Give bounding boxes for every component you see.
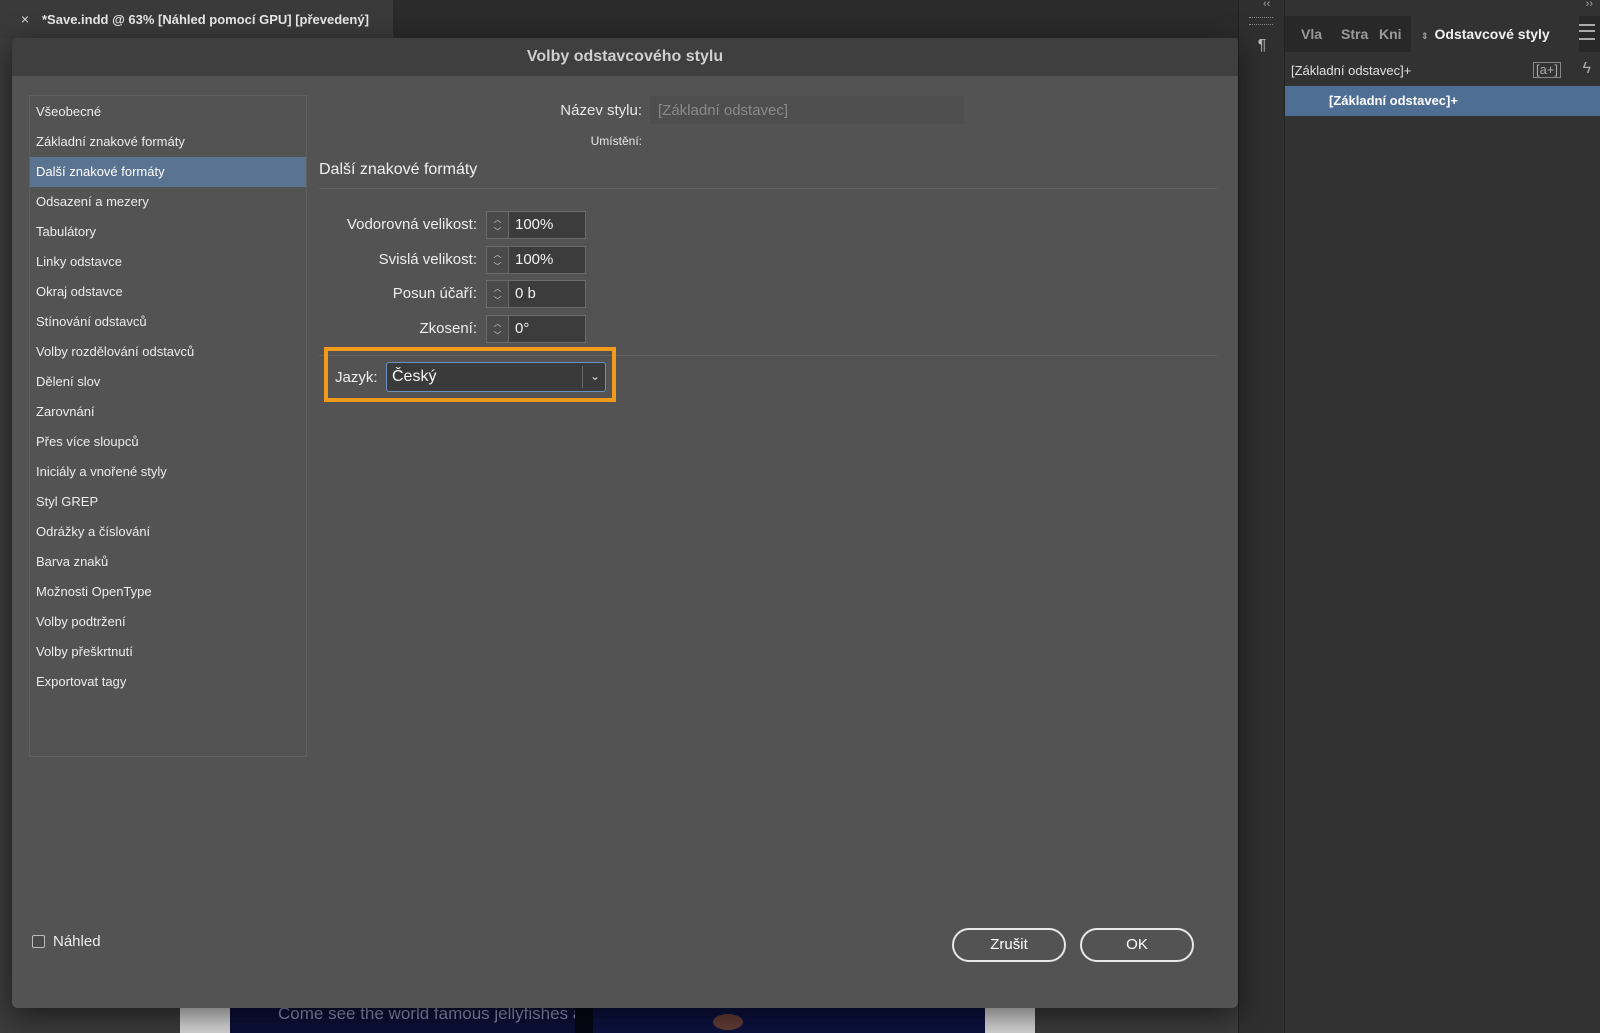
category-item[interactable]: Volby přeškrtnutí <box>30 637 306 667</box>
section-title: Další znakové formáty <box>319 161 478 178</box>
ok-button[interactable]: OK <box>1080 928 1194 962</box>
document-title: *Save.indd @ 63% [Náhled pomocí GPU] [př… <box>42 11 369 27</box>
category-item[interactable]: Možnosti OpenType <box>30 577 306 607</box>
category-item[interactable]: Linky odstavce <box>30 247 306 277</box>
baseline-shift-label: Posun účaří: <box>392 285 477 302</box>
skew-stepper[interactable]: ︿ ﹀ <box>486 315 508 343</box>
category-item-selected[interactable]: Další znakové formáty <box>30 157 306 187</box>
category-item[interactable]: Iniciály a vnořené styly <box>30 457 306 487</box>
category-item[interactable]: Volby rozdělování odstavců <box>30 337 306 367</box>
panel-current-style-row: [Základní odstavec]+ [a+] ϟ <box>1285 58 1600 84</box>
category-item[interactable]: Základní znakové formáty <box>30 127 306 157</box>
sort-arrows-icon: ⇕ <box>1421 31 1429 41</box>
style-name-input[interactable] <box>650 96 964 124</box>
location-label: Umístění: <box>590 134 642 148</box>
tab-kni[interactable]: Kni <box>1373 26 1411 42</box>
category-item[interactable]: Exportovat tagy <box>30 667 306 697</box>
paragraph-styles-panel: ›› Vla Stra Kni ⇕ Odstavcové styly [Zákla… <box>1284 0 1600 1033</box>
current-style-label: [Základní odstavec]+ <box>1291 63 1412 78</box>
horizontal-scale-stepper[interactable]: ︿ ﹀ <box>486 211 508 239</box>
panel-grip[interactable] <box>1249 17 1273 25</box>
chevron-down-icon: ⌄ <box>589 369 600 383</box>
tab-paragraph-styles[interactable]: ⇕ Odstavcové styly <box>1411 16 1579 52</box>
category-item[interactable]: Dělení slov <box>30 367 306 397</box>
baseline-shift-input[interactable]: 0 b <box>508 280 586 308</box>
document-tab-bar: × *Save.indd @ 63% [Náhled pomocí GPU] [… <box>0 0 1238 38</box>
cancel-button[interactable]: Zrušit <box>952 928 1066 962</box>
panel-icon-strip: ‹‹ ¶ <box>1238 0 1285 1033</box>
language-label: Jazyk: <box>335 369 378 386</box>
vertical-scale-input[interactable]: 100% <box>508 246 586 274</box>
document-tab[interactable]: × *Save.indd @ 63% [Náhled pomocí GPU] [… <box>0 0 393 38</box>
category-item[interactable]: Přes více sloupců <box>30 427 306 457</box>
category-item[interactable]: Stínování odstavců <box>30 307 306 337</box>
skew-label: Zkosení: <box>419 320 477 337</box>
section-divider <box>319 188 1217 189</box>
image-caption: Come see the world famous jellyfishes at… <box>278 1008 575 1023</box>
category-item[interactable]: Styl GREP <box>30 487 306 517</box>
jellyfish-glow <box>713 1014 743 1030</box>
language-value: Český <box>392 368 437 385</box>
style-name-label: Název stylu: <box>560 102 642 119</box>
horizontal-scale-label: Vodorovná velikost: <box>346 216 477 233</box>
quick-apply-icon[interactable]: ϟ <box>1583 60 1591 78</box>
collapse-right-icon[interactable]: ›› <box>1586 0 1593 10</box>
language-dropdown[interactable]: Český ⌄ <box>386 362 606 392</box>
baseline-shift-stepper[interactable]: ︿ ﹀ <box>486 280 508 308</box>
new-style-icon[interactable]: [a+] <box>1532 62 1561 78</box>
dialog-title: Volby odstavcového stylu <box>12 38 1238 76</box>
paragraph-style-options-dialog: Volby odstavcového stylu Všeobecné Zákla… <box>12 38 1238 1008</box>
category-item[interactable]: Odsazení a mezery <box>30 187 306 217</box>
document-image-jellyfish <box>593 1008 985 1033</box>
preview-label: Náhled <box>53 933 101 950</box>
collapse-left-icon[interactable]: ‹‹ <box>1263 0 1270 10</box>
category-list: Všeobecné Základní znakové formáty Další… <box>29 95 307 757</box>
horizontal-scale-input[interactable]: 100% <box>508 211 586 239</box>
preview-checkbox[interactable]: Náhled <box>32 933 101 950</box>
vertical-scale-stepper[interactable]: ︿ ﹀ <box>486 246 508 274</box>
style-list-item[interactable]: [Základní odstavec]+ <box>1285 86 1600 116</box>
tab-paragraph-styles-label: Odstavcové styly <box>1434 26 1550 42</box>
dropdown-separator <box>582 366 583 388</box>
close-icon[interactable]: × <box>12 11 38 27</box>
category-item[interactable]: Volby podtržení <box>30 607 306 637</box>
category-item[interactable]: Barva znaků <box>30 547 306 577</box>
category-item[interactable]: Zarovnání <box>30 397 306 427</box>
tab-stra[interactable]: Stra <box>1335 26 1373 42</box>
document-image-gap <box>575 1008 593 1033</box>
checkbox-icon[interactable] <box>32 935 45 948</box>
paragraph-styles-icon[interactable]: ¶ <box>1250 33 1274 59</box>
category-item[interactable]: Odrážky a číslování <box>30 517 306 547</box>
category-item[interactable]: Tabulátory <box>30 217 306 247</box>
panel-menu-icon[interactable] <box>1579 24 1595 40</box>
style-list-item-label: [Základní odstavec]+ <box>1329 93 1458 108</box>
vertical-scale-label: Svislá velikost: <box>378 251 477 268</box>
category-item[interactable]: Všeobecné <box>30 97 306 127</box>
panel-tabs: Vla Stra Kni ⇕ Odstavcové styly <box>1285 16 1600 52</box>
category-item[interactable]: Okraj odstavce <box>30 277 306 307</box>
tab-vla[interactable]: Vla <box>1295 26 1335 42</box>
document-image: Come see the world famous jellyfishes at… <box>230 1008 575 1033</box>
skew-input[interactable]: 0° <box>508 315 586 343</box>
